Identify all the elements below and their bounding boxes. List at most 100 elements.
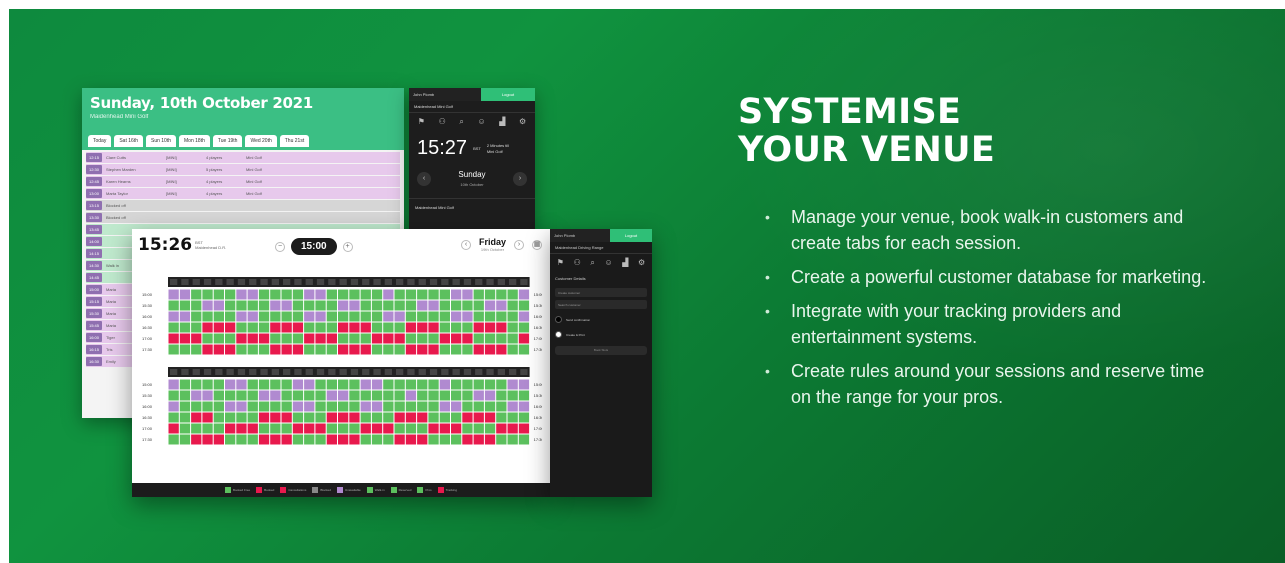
grid-cell[interactable] — [168, 434, 179, 445]
grid-cell[interactable] — [507, 423, 518, 434]
grid-cell[interactable] — [247, 311, 258, 322]
grid-cell[interactable] — [360, 390, 371, 401]
grid-cell[interactable] — [417, 300, 428, 311]
grid-cell[interactable] — [484, 412, 496, 423]
grid-cell[interactable] — [496, 401, 507, 412]
grid-cell[interactable] — [439, 333, 450, 344]
grid-cell[interactable] — [292, 322, 304, 333]
flag-icon[interactable]: ⚑ — [418, 117, 425, 127]
grid-cell[interactable] — [270, 401, 281, 412]
grid-cell[interactable] — [168, 390, 179, 401]
grid-cell[interactable] — [247, 379, 258, 390]
panel2-logout-button[interactable]: Logout — [610, 229, 652, 242]
grid-cell[interactable] — [360, 289, 371, 300]
grid-cell[interactable] — [168, 344, 179, 355]
calendar-icon[interactable]: ▦ — [532, 239, 542, 250]
grid-cell[interactable] — [292, 344, 304, 355]
grid-cell[interactable] — [518, 390, 530, 401]
grid-cell[interactable] — [518, 322, 530, 333]
grid-cell[interactable] — [451, 390, 462, 401]
grid-cell[interactable] — [484, 289, 496, 300]
grid-cell[interactable] — [326, 423, 337, 434]
grid-cell[interactable] — [213, 423, 224, 434]
grid-cell[interactable] — [417, 434, 428, 445]
grid-cell[interactable] — [360, 311, 371, 322]
grid-cell[interactable] — [349, 423, 360, 434]
grid-cell[interactable] — [168, 412, 179, 423]
grid-cell[interactable] — [304, 423, 315, 434]
grid-cell[interactable] — [338, 423, 349, 434]
grid-cell[interactable] — [383, 300, 394, 311]
grid-cell[interactable] — [417, 379, 428, 390]
grid-cell[interactable] — [191, 379, 202, 390]
grid-cell[interactable] — [473, 434, 484, 445]
grid-cell[interactable] — [371, 289, 383, 300]
grid-cell[interactable] — [304, 300, 315, 311]
day-tab[interactable]: Mon 18th — [179, 135, 210, 147]
grid-cell[interactable] — [360, 344, 371, 355]
grid-cell[interactable] — [236, 390, 247, 401]
grid-cell[interactable] — [496, 322, 507, 333]
grid-cell[interactable] — [507, 300, 518, 311]
grid-cell[interactable] — [360, 379, 371, 390]
grid-cell[interactable] — [292, 434, 304, 445]
grid-cell[interactable] — [518, 344, 530, 355]
grid-cell[interactable] — [360, 300, 371, 311]
grid-cell[interactable] — [405, 322, 417, 333]
grid-cell[interactable] — [247, 333, 258, 344]
grid-cell[interactable] — [179, 379, 191, 390]
grid-cell[interactable] — [394, 333, 405, 344]
grid-cell[interactable] — [451, 434, 462, 445]
day-tab[interactable]: Sun 10th — [145, 135, 177, 147]
grid-cell[interactable] — [473, 390, 484, 401]
grid-cell[interactable] — [304, 379, 315, 390]
booking-row[interactable]: 12:30 Stephen Marden [MINI] 5 players Mini G… — [86, 164, 400, 175]
grid-cell[interactable] — [315, 311, 326, 322]
grid-cell[interactable] — [338, 401, 349, 412]
grid-cell[interactable] — [349, 401, 360, 412]
grid-cell[interactable] — [349, 412, 360, 423]
grid-cell[interactable] — [213, 300, 224, 311]
grid-cell[interactable] — [451, 423, 462, 434]
grid-cell[interactable] — [225, 289, 236, 300]
grid-cell[interactable] — [292, 412, 304, 423]
grid-cell[interactable] — [371, 311, 383, 322]
grid-cell[interactable] — [405, 300, 417, 311]
grid-cell[interactable] — [213, 322, 224, 333]
grid-cell[interactable] — [258, 379, 270, 390]
grid-cell[interactable] — [371, 401, 383, 412]
grid-cell[interactable] — [270, 390, 281, 401]
grid-cell[interactable] — [213, 412, 224, 423]
grid-cell[interactable] — [507, 434, 518, 445]
grid-cell[interactable] — [507, 333, 518, 344]
next-day-button[interactable]: › — [512, 172, 527, 186]
grid-cell[interactable] — [518, 333, 530, 344]
range-prev-button[interactable]: ‹ — [460, 239, 471, 250]
grid-cell[interactable] — [428, 344, 439, 355]
grid-cell[interactable] — [326, 390, 337, 401]
grid-cell[interactable] — [202, 344, 213, 355]
settings-icon[interactable]: ⚙ — [519, 117, 526, 127]
grid-cell[interactable] — [247, 390, 258, 401]
grid-cell[interactable] — [462, 311, 473, 322]
grid-cell[interactable] — [292, 300, 304, 311]
search-icon[interactable]: ⌕ — [590, 258, 594, 268]
grid-cell[interactable] — [451, 344, 462, 355]
grid-cell[interactable] — [383, 423, 394, 434]
grid-cell[interactable] — [281, 379, 292, 390]
grid-cell[interactable] — [338, 379, 349, 390]
grid-cell[interactable] — [304, 289, 315, 300]
grid-cell[interactable] — [428, 322, 439, 333]
grid-cell[interactable] — [168, 300, 179, 311]
grid-cell[interactable] — [292, 379, 304, 390]
grid-cell[interactable] — [292, 289, 304, 300]
grid-cell[interactable] — [417, 322, 428, 333]
grid-cell[interactable] — [417, 289, 428, 300]
grid-cell[interactable] — [247, 322, 258, 333]
grid-cell[interactable] — [439, 423, 450, 434]
grid-cell[interactable] — [518, 401, 530, 412]
grid-cell[interactable] — [349, 300, 360, 311]
flag-icon[interactable]: ⚑ — [557, 258, 564, 268]
grid-cell[interactable] — [417, 412, 428, 423]
grid-cell[interactable] — [405, 344, 417, 355]
